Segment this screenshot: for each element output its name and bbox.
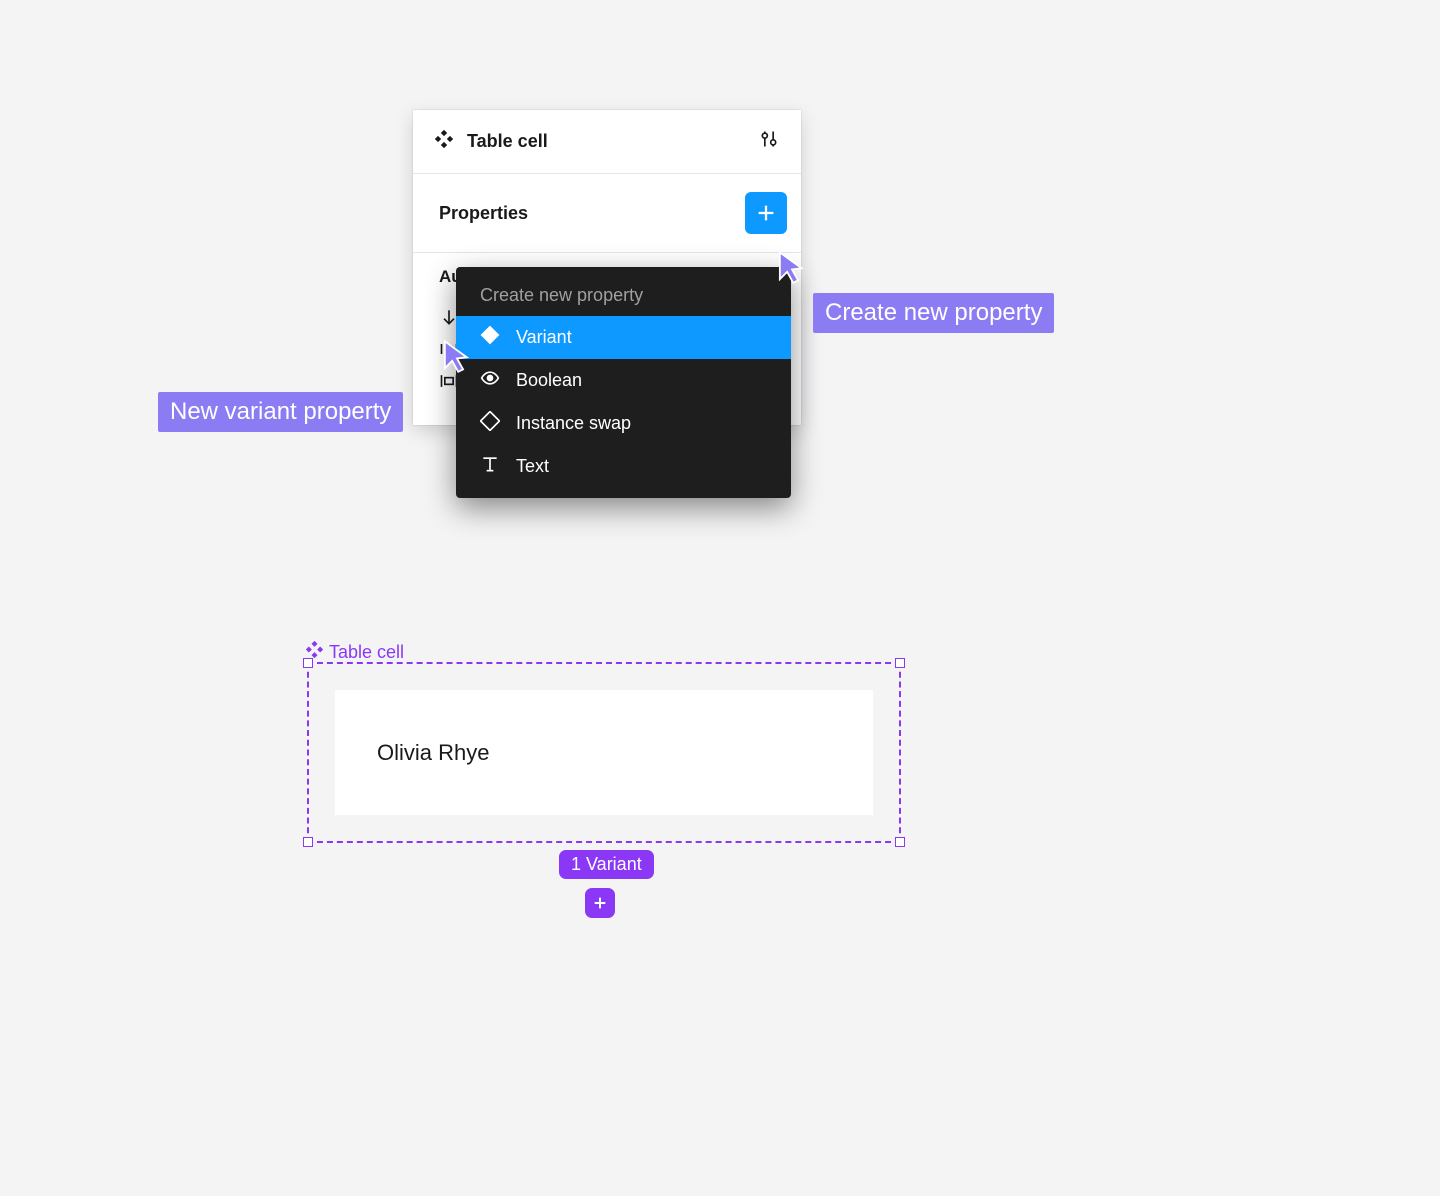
canvas-frame-label[interactable]: Table cell bbox=[306, 641, 404, 663]
canvas-frame-name: Table cell bbox=[329, 642, 404, 663]
diamond-icon bbox=[480, 411, 500, 436]
add-variant-button[interactable] bbox=[585, 888, 615, 918]
menu-item-label: Text bbox=[516, 456, 549, 477]
selection-handle[interactable] bbox=[895, 658, 905, 668]
selection-handle[interactable] bbox=[303, 837, 313, 847]
annotation-new-variant: New variant property bbox=[158, 392, 403, 432]
variant-icon bbox=[480, 325, 500, 350]
table-cell-variant[interactable]: Olivia Rhye bbox=[335, 690, 873, 815]
menu-item-variant[interactable]: Variant bbox=[456, 316, 791, 359]
create-property-menu: Create new property Variant Boolean Inst… bbox=[456, 267, 791, 498]
selection-handle[interactable] bbox=[895, 837, 905, 847]
eye-icon bbox=[480, 368, 500, 393]
menu-item-label: Boolean bbox=[516, 370, 582, 391]
menu-item-label: Variant bbox=[516, 327, 572, 348]
menu-item-instance-swap[interactable]: Instance swap bbox=[456, 402, 791, 445]
properties-label: Properties bbox=[439, 203, 528, 224]
properties-section: Properties bbox=[413, 174, 801, 253]
adjust-icon[interactable] bbox=[759, 128, 779, 155]
panel-header: Table cell bbox=[413, 110, 801, 174]
menu-item-boolean[interactable]: Boolean bbox=[456, 359, 791, 402]
cell-text: Olivia Rhye bbox=[377, 740, 489, 766]
component-set-frame[interactable]: Olivia Rhye bbox=[307, 662, 901, 843]
selection-handle[interactable] bbox=[303, 658, 313, 668]
menu-item-text[interactable]: Text bbox=[456, 445, 791, 488]
menu-header: Create new property bbox=[456, 275, 791, 316]
panel-title: Table cell bbox=[467, 131, 548, 152]
variant-count-badge: 1 Variant bbox=[559, 850, 654, 879]
panel-title-wrap: Table cell bbox=[435, 130, 548, 153]
annotation-create-property: Create new property bbox=[813, 293, 1054, 333]
text-icon bbox=[480, 454, 500, 479]
add-property-button[interactable] bbox=[745, 192, 787, 234]
component-set-icon bbox=[435, 130, 453, 153]
menu-item-label: Instance swap bbox=[516, 413, 631, 434]
